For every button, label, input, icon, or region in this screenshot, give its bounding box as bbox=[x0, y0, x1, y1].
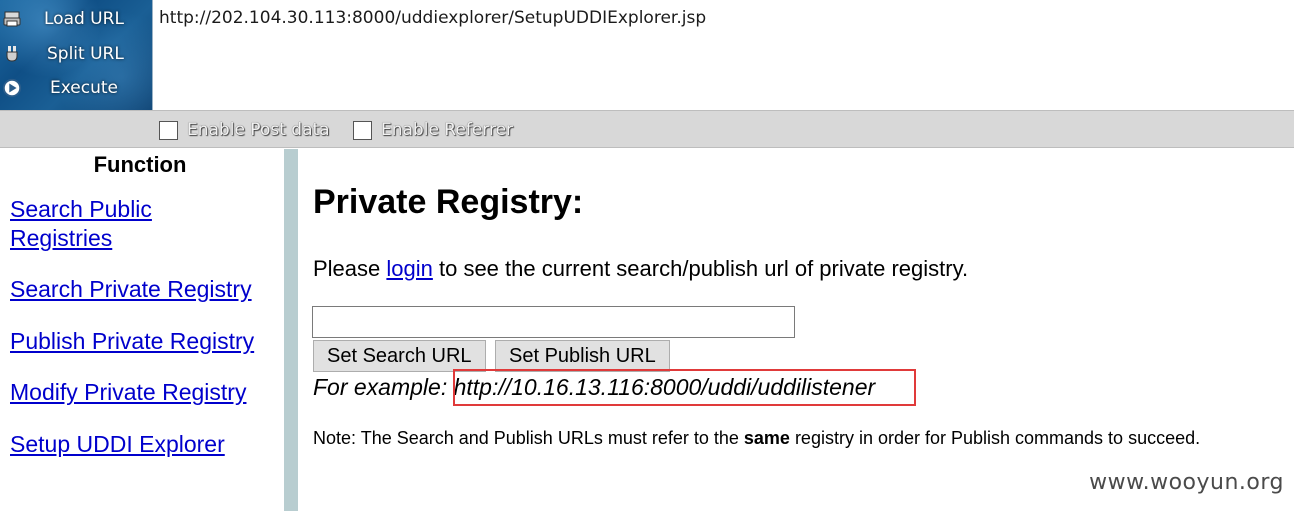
checkbox-box[interactable] bbox=[159, 120, 178, 140]
sidebar-link-modify-private-registry[interactable]: Modify Private Registry bbox=[10, 378, 246, 407]
hackbar-options-bar: Enable Post data Enable Referrer bbox=[0, 110, 1294, 148]
split-url-icon bbox=[2, 44, 22, 64]
sidebar-divider bbox=[284, 149, 298, 511]
function-sidebar: Function Search Public Registries Search… bbox=[0, 149, 284, 511]
red-highlight-box bbox=[453, 369, 916, 406]
login-link[interactable]: login bbox=[386, 256, 432, 281]
sidebar-link-setup-uddi-explorer[interactable]: Setup UDDI Explorer bbox=[10, 430, 225, 459]
checkbox-box[interactable] bbox=[353, 120, 372, 140]
hackbar-menu: Load URL Split URL Execute bbox=[0, 0, 152, 110]
note-suffix: registry in order for Publish commands t… bbox=[789, 428, 1201, 448]
page-title: Private Registry: bbox=[313, 183, 584, 221]
sidebar-link-search-public-registries-line1[interactable]: Search Public bbox=[10, 195, 152, 224]
execute-icon bbox=[2, 78, 22, 98]
execute-label: Execute bbox=[50, 78, 118, 98]
main-content: Private Registry: Please login to see th… bbox=[298, 149, 1294, 511]
split-url-label: Split URL bbox=[47, 44, 124, 64]
sidebar-title: Function bbox=[93, 152, 187, 177]
set-publish-url-button[interactable]: Set Publish URL bbox=[495, 340, 670, 372]
enable-post-data-label: Enable Post data bbox=[187, 120, 330, 140]
sidebar-link-search-private-registry[interactable]: Search Private Registry bbox=[10, 275, 252, 304]
url-textarea[interactable]: http://202.104.30.113:8000/uddiexplorer/… bbox=[153, 0, 1294, 110]
login-prefix-text: Please bbox=[313, 256, 387, 281]
enable-referrer-label: Enable Referrer bbox=[381, 120, 514, 140]
hackbar-url-area[interactable]: http://202.104.30.113:8000/uddiexplorer/… bbox=[152, 0, 1294, 110]
wooyun-watermark: www.wooyun.org bbox=[1089, 470, 1284, 495]
login-instruction: Please login to see the current search/p… bbox=[313, 256, 968, 282]
load-url-icon bbox=[2, 9, 22, 29]
enable-post-data-checkbox[interactable]: Enable Post data bbox=[159, 120, 330, 140]
split-url-button[interactable]: Split URL bbox=[0, 38, 152, 70]
load-url-label: Load URL bbox=[44, 9, 124, 29]
registry-url-input[interactable] bbox=[312, 306, 795, 338]
load-url-button[interactable]: Load URL bbox=[0, 3, 152, 35]
note-bold-word: same bbox=[743, 428, 790, 448]
execute-button[interactable]: Execute bbox=[0, 72, 152, 104]
sidebar-link-search-public-registries-line2[interactable]: Registries bbox=[10, 224, 112, 253]
note-prefix: Note: The Search and Publish URLs must r… bbox=[313, 428, 744, 448]
example-prefix: For example: bbox=[313, 374, 454, 400]
hackbar-toolbar: Load URL Split URL Execute http://202.10… bbox=[0, 0, 1294, 110]
sidebar-link-publish-private-registry[interactable]: Publish Private Registry bbox=[10, 327, 254, 356]
note-text: Note: The Search and Publish URLs must r… bbox=[313, 428, 1200, 449]
enable-referrer-checkbox[interactable]: Enable Referrer bbox=[353, 120, 513, 140]
login-suffix-text: to see the current search/publish url of… bbox=[432, 256, 969, 281]
set-search-url-button[interactable]: Set Search URL bbox=[313, 340, 486, 372]
